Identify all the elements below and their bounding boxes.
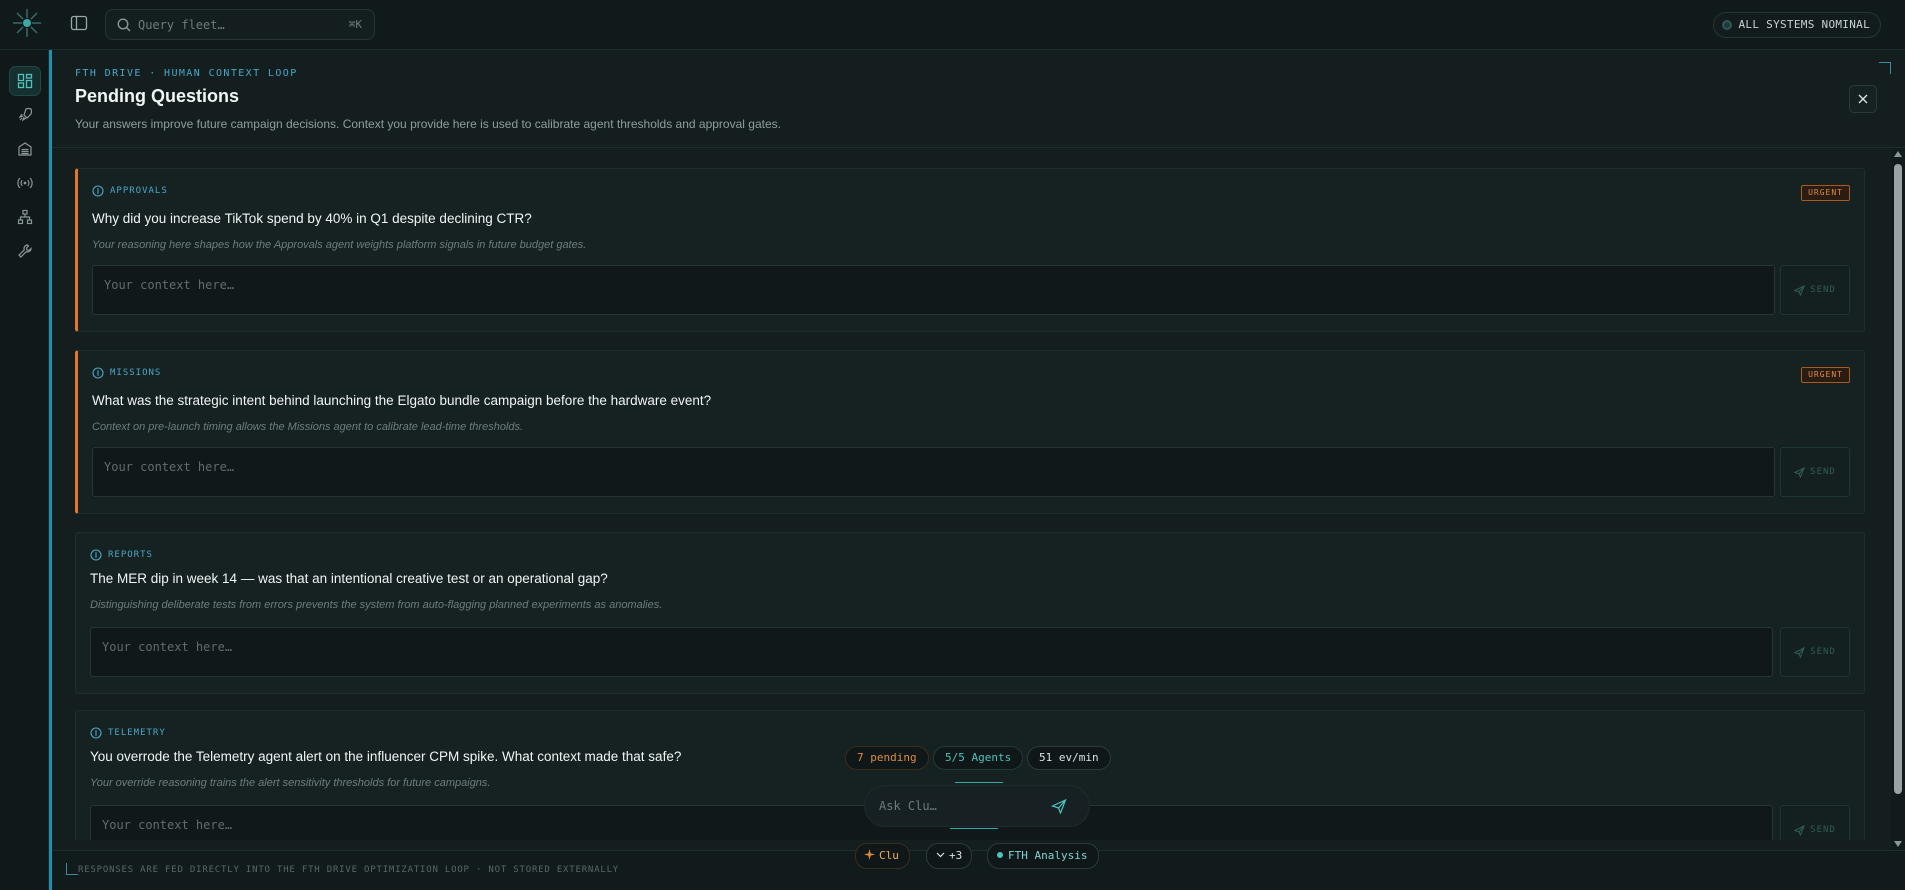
left-nav-rail	[0, 50, 49, 890]
search-placeholder: Query fleet…	[138, 18, 225, 32]
send-icon	[1794, 646, 1806, 658]
close-icon	[1858, 94, 1868, 104]
clu-agent-button[interactable]: Clu	[855, 843, 910, 869]
context-input[interactable]: Your context here…	[92, 447, 1775, 497]
fth-analysis-button[interactable]: FTH Analysis	[987, 843, 1100, 869]
info-icon	[90, 727, 102, 739]
send-label: SEND	[1810, 467, 1836, 477]
question-card: REPORTS The MER dip in week 14 — was tha…	[75, 532, 1865, 694]
question-category: APPROVALS	[92, 184, 168, 198]
panel-footer: RESPONSES ARE FED DIRECTLY INTO THE FTH …	[52, 850, 1905, 890]
question-list: APPROVALS URGENT Why did you increase Ti…	[75, 168, 1865, 840]
category-label: MISSIONS	[110, 368, 162, 378]
page-title: Pending Questions	[75, 86, 240, 106]
urgent-badge: URGENT	[1801, 367, 1850, 383]
send-button[interactable]: SEND	[1780, 805, 1850, 840]
question-text: The MER dip in week 14 — was that an int…	[90, 571, 608, 586]
rocket-icon	[18, 107, 33, 122]
send-label: SEND	[1810, 647, 1836, 657]
scrollbar[interactable]	[1891, 148, 1905, 850]
nav-telemetry[interactable]	[9, 168, 41, 198]
panel-header: FTH DRIVE · HUMAN CONTEXT LOOP Pending Q…	[52, 50, 1905, 148]
send-button[interactable]: SEND	[1780, 265, 1850, 315]
more-agents-label: +3	[949, 849, 963, 862]
question-category: REPORTS	[90, 548, 153, 562]
search-input[interactable]: Query fleet… ⌘K	[105, 9, 375, 40]
question-card: MISSIONS URGENT What was the strategic i…	[75, 350, 1865, 514]
panel-eyebrow: FTH DRIVE · HUMAN CONTEXT LOOP	[75, 68, 298, 79]
info-icon	[90, 549, 102, 561]
send-icon	[1794, 824, 1806, 836]
dashboard-icon	[17, 73, 33, 89]
nav-warehouse[interactable]	[9, 134, 41, 164]
search-icon	[117, 18, 131, 32]
agents-pill[interactable]: 5/5 Agents	[933, 746, 1024, 770]
send-button[interactable]: SEND	[1780, 627, 1850, 677]
urgent-badge: URGENT	[1801, 185, 1850, 201]
ask-accent-line	[955, 782, 1003, 783]
ask-placeholder: Ask Clu…	[879, 799, 937, 813]
category-label: APPROVALS	[110, 186, 168, 196]
page-subtitle: Your answers improve future campaign dec…	[75, 117, 781, 131]
broadcast-icon	[17, 177, 33, 189]
context-input[interactable]: Your context here…	[92, 265, 1775, 315]
send-label: SEND	[1810, 285, 1836, 295]
question-text: You overrode the Telemetry agent alert o…	[90, 749, 682, 764]
logo-icon[interactable]	[10, 6, 44, 40]
category-label: TELEMETRY	[108, 728, 166, 738]
hierarchy-icon	[17, 209, 33, 225]
question-text: Why did you increase TikTok spend by 40%…	[92, 211, 532, 226]
corner-bracket	[66, 863, 78, 875]
nav-dashboard[interactable]	[9, 66, 41, 96]
system-status-text: ALL SYSTEMS NOMINAL	[1738, 18, 1870, 31]
ask-clu-input[interactable]: Ask Clu…	[864, 785, 1090, 827]
active-dot-icon	[997, 852, 1003, 858]
warehouse-icon	[18, 142, 32, 156]
sidebar-toggle-icon[interactable]	[70, 14, 88, 32]
nav-missions[interactable]	[9, 100, 41, 130]
info-icon	[92, 367, 104, 379]
question-card: APPROVALS URGENT Why did you increase Ti…	[75, 168, 1865, 332]
nav-tools[interactable]	[9, 236, 41, 266]
wrench-icon	[18, 244, 32, 258]
corner-bracket	[1879, 62, 1891, 74]
clu-label: Clu	[879, 849, 899, 862]
scroll-up-icon[interactable]	[1894, 151, 1902, 157]
fth-analysis-label: FTH Analysis	[1008, 849, 1088, 862]
send-label: SEND	[1810, 825, 1836, 835]
context-input[interactable]: Your context here…	[90, 627, 1773, 677]
category-label: REPORTS	[108, 550, 153, 560]
info-icon	[92, 185, 104, 197]
question-category: TELEMETRY	[90, 726, 166, 740]
question-hint: Context on pre-launch timing allows the …	[92, 421, 524, 433]
send-icon	[1794, 466, 1806, 478]
ask-accent-line	[950, 828, 998, 829]
search-shortcut: ⌘K	[348, 18, 362, 31]
question-hint: Your reasoning here shapes how the Appro…	[92, 239, 587, 251]
question-hint: Distinguishing deliberate tests from err…	[90, 599, 663, 611]
top-bar: Query fleet… ⌘K ALL SYSTEMS NOMINAL	[0, 0, 1905, 50]
send-icon	[1794, 284, 1806, 296]
pending-count-pill[interactable]: 7 pending	[845, 746, 929, 770]
scrollbar-thumb[interactable]	[1894, 164, 1902, 794]
system-status-badge: ALL SYSTEMS NOMINAL	[1713, 12, 1881, 38]
more-agents-button[interactable]: +3	[926, 843, 973, 869]
close-button[interactable]	[1849, 85, 1877, 113]
question-category: MISSIONS	[92, 366, 161, 380]
sparkle-icon	[864, 849, 875, 860]
event-rate-pill[interactable]: 51 ev/min	[1027, 746, 1111, 770]
question-hint: Your override reasoning trains the alert…	[90, 777, 491, 789]
question-text: What was the strategic intent behind lau…	[92, 393, 712, 408]
scroll-down-icon[interactable]	[1894, 841, 1902, 847]
footer-note: RESPONSES ARE FED DIRECTLY INTO THE FTH …	[78, 865, 620, 875]
nav-hierarchy[interactable]	[9, 202, 41, 232]
chevron-down-icon	[936, 852, 945, 858]
status-dot-icon	[1722, 20, 1733, 30]
send-icon[interactable]	[1051, 798, 1067, 814]
send-button[interactable]: SEND	[1780, 447, 1850, 497]
